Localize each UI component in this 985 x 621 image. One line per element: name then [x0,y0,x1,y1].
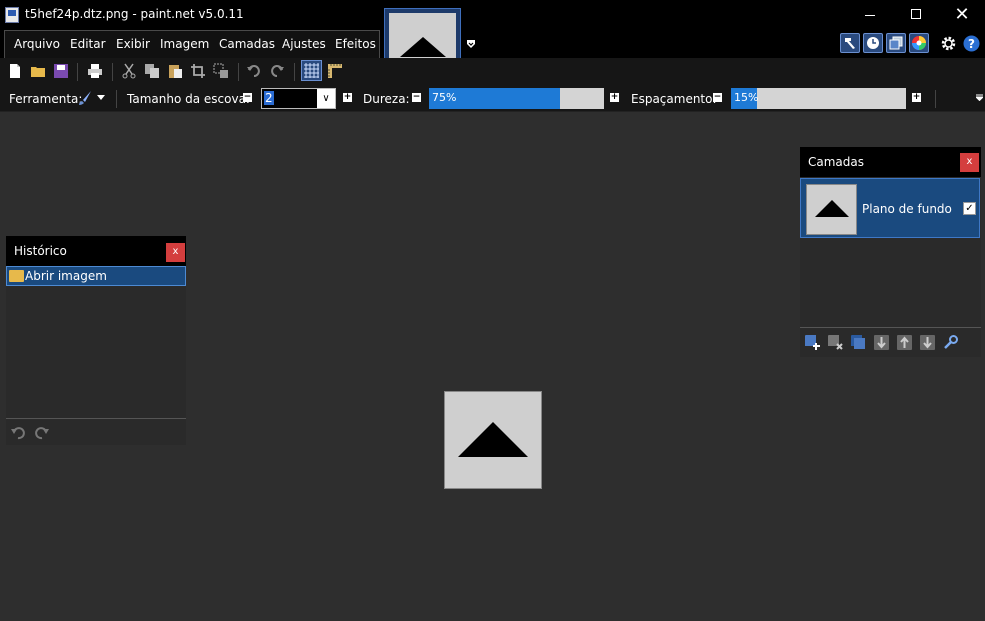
window-title: t5hef24p.dtz.png - paint.net v5.0.11 [25,7,244,21]
hardness-increase-button[interactable]: + [610,93,619,102]
toolbar-separator [77,63,78,81]
grid-toggle-button[interactable] [301,60,322,81]
history-close-button[interactable]: x [166,243,185,262]
tool-dropdown-icon[interactable] [97,95,105,101]
maximize-icon [911,9,921,19]
layers-panel-title: Camadas [808,155,864,169]
toolbar-separator [112,63,113,81]
menu-editar[interactable]: Editar [70,37,106,51]
color-wheel-icon [912,36,926,50]
copy-icon[interactable] [144,63,160,79]
spacing-increase-button[interactable]: + [912,93,921,102]
paintbrush-icon[interactable] [77,90,93,106]
close-button[interactable]: ✕ [939,0,985,30]
new-file-icon[interactable] [7,63,23,79]
chevron-down-icon[interactable]: ∨ [317,89,335,108]
image-canvas[interactable] [444,391,542,489]
layer-name: Plano de fundo [862,202,952,216]
maximize-button[interactable] [893,0,939,30]
menu-camadas[interactable]: Camadas [219,37,275,51]
triangle-shape [458,422,528,457]
spacing-slider[interactable]: 15% [731,88,906,109]
toolbar-separator [294,63,295,81]
history-panel-header: Histórico [6,236,186,266]
undo-icon[interactable] [246,63,262,79]
layers-panel-header: Camadas [800,147,981,177]
paste-icon[interactable] [167,63,183,79]
colors-window-button[interactable] [909,33,929,53]
toolbar-separator [238,63,239,81]
duplicate-layer-icon[interactable] [851,335,866,350]
hardness-value: 75% [432,91,457,104]
spacing-value: 15% [734,91,759,104]
history-redo-icon[interactable] [34,426,50,440]
add-layer-icon[interactable] [805,335,820,350]
spacing-decrease-button[interactable]: − [713,93,722,102]
history-undo-icon[interactable] [10,426,26,440]
hardness-label: Dureza: [363,92,410,106]
crop-icon[interactable] [190,63,206,79]
history-item-label: Abrir imagem [25,269,107,283]
toolbar-separator [116,90,117,108]
layer-visibility-checkbox[interactable]: ✓ [963,202,976,215]
brush-size-decrease-button[interactable]: − [243,93,252,102]
grid-icon [304,63,319,78]
spacing-label: Espaçamento: [631,92,717,106]
save-icon[interactable] [53,63,69,79]
minimize-icon [865,14,875,16]
title-bar: t5hef24p.dtz.png - paint.net v5.0.11 ✕ [0,0,985,30]
print-icon[interactable] [87,63,103,79]
menu-ajustes[interactable]: Ajustes [282,37,326,51]
move-layer-up-icon[interactable] [897,335,912,350]
history-window-button[interactable] [863,33,883,53]
app-icon [5,7,19,23]
tool-label: Ferramenta: [9,92,83,106]
tools-window-button[interactable] [840,33,860,53]
clock-icon [867,37,879,49]
settings-gear-icon[interactable] [940,35,957,52]
brush-size-value[interactable]: 2 [264,91,274,105]
menu-imagem[interactable]: Imagem [160,37,209,51]
close-icon: ✕ [954,4,970,25]
redo-icon[interactable] [269,63,285,79]
history-divider [6,418,186,419]
cut-icon[interactable] [121,63,137,79]
brush-size-increase-button[interactable]: + [343,93,352,102]
history-item[interactable]: Abrir imagem [6,266,186,286]
hammer-icon [845,38,855,49]
history-panel-title: Histórico [14,244,67,258]
open-folder-icon[interactable] [30,63,46,79]
hardness-decrease-button[interactable]: − [412,93,421,102]
layer-thumbnail [806,184,857,235]
folder-icon [9,270,24,282]
svg-text:?: ? [968,37,975,51]
help-icon[interactable]: ? [963,35,980,52]
merge-layer-down-icon[interactable] [874,335,889,350]
triangle-shape [815,200,849,217]
hardness-slider[interactable]: 75% [429,88,604,109]
menu-arquivo[interactable]: Arquivo [14,37,60,51]
toolbar-overflow-icon[interactable] [976,94,983,101]
layer-properties-icon[interactable] [943,335,958,350]
layers-icon [889,36,903,50]
toolbar-separator [935,90,936,108]
move-layer-down-icon[interactable] [920,335,935,350]
layers-window-button[interactable] [886,33,906,53]
layer-row[interactable]: Plano de fundo ✓ [800,178,980,238]
menu-efeitos[interactable]: Efeitos [335,37,376,51]
image-list-dropdown-icon[interactable] [466,39,476,49]
brush-size-combobox[interactable]: 2 ∨ [261,88,336,109]
triangle-shape [400,37,446,57]
minimize-button[interactable] [847,0,893,30]
layers-divider [800,327,981,328]
layers-close-button[interactable]: x [960,153,979,172]
deselect-icon[interactable] [213,63,229,79]
brush-size-label: Tamanho da escova: [127,92,250,106]
delete-layer-icon[interactable] [828,335,843,350]
menu-exibir[interactable]: Exibir [116,37,150,51]
ruler-icon[interactable] [327,63,343,79]
